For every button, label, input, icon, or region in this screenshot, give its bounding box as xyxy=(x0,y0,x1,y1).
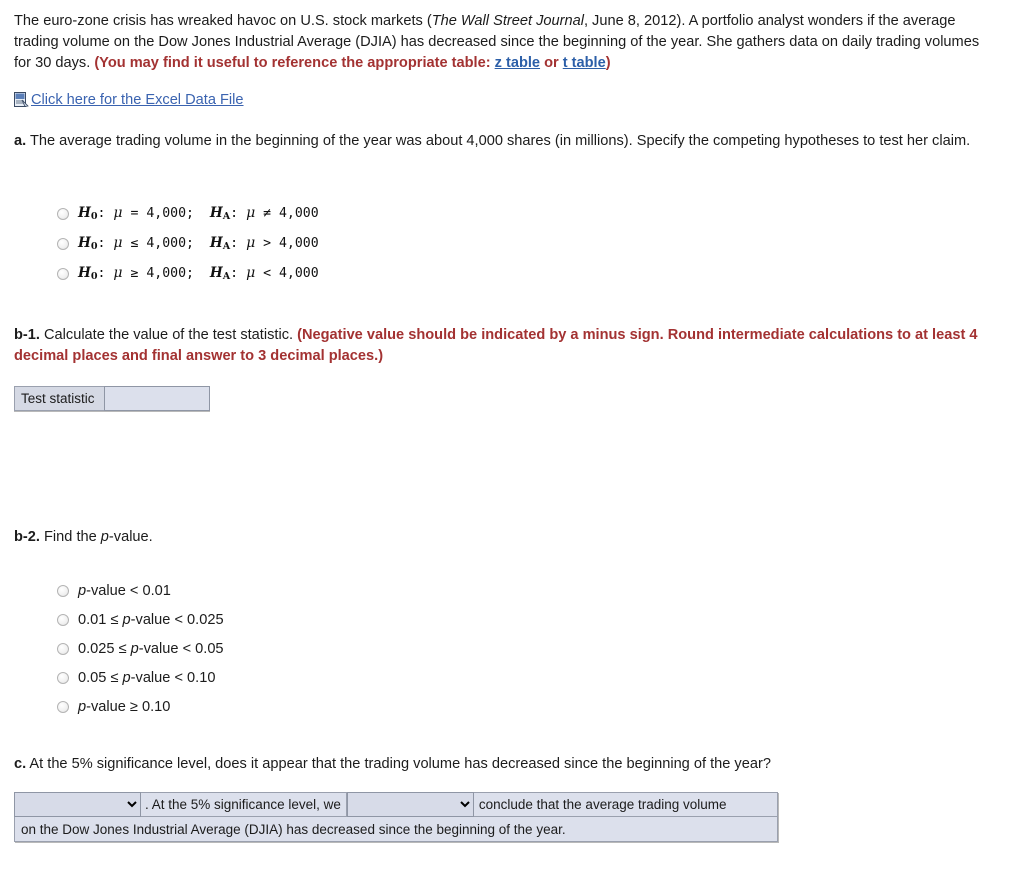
table-hint: (You may find it useful to reference the… xyxy=(94,55,610,71)
part-c-row-2: on the Dow Jones Industrial Average (DJI… xyxy=(14,817,778,842)
table-hint-or: or xyxy=(540,55,563,71)
part-c-segment-3: on the Dow Jones Industrial Average (DJI… xyxy=(21,821,566,837)
part-c-marker: c. xyxy=(14,756,27,772)
part-a-text: The average trading volume in the beginn… xyxy=(26,133,971,149)
hypothesis-option-2[interactable]: H0: μ ≤ 4,000; HA: μ > 4,000 xyxy=(57,235,319,252)
pvalue-option-2[interactable]: 0.01 ≤ p-value < 0.025 xyxy=(57,612,224,628)
radio-button-icon[interactable] xyxy=(57,207,69,220)
intro-paragraph: The euro-zone crisis has wreaked havoc o… xyxy=(14,11,990,74)
intro-text-part1: The euro-zone crisis has wreaked havoc o… xyxy=(14,13,432,29)
table-hint-suffix: ) xyxy=(605,55,611,71)
pvalue-option-3[interactable]: 0.025 ≤ p-value < 0.05 xyxy=(57,641,224,657)
journal-name: The Wall Street Journal xyxy=(431,13,584,29)
radio-button-icon[interactable] xyxy=(57,672,69,684)
hypothesis-option-1[interactable]: H0: μ = 4,000; HA: μ ≠ 4,000 xyxy=(57,205,319,222)
part-a-question: a. The average trading volume in the beg… xyxy=(14,131,990,152)
excel-document-icon xyxy=(14,92,29,108)
part-b1-question: b-1. Calculate the value of the test sta… xyxy=(14,325,1004,367)
part-b1-marker: b-1. xyxy=(14,327,40,343)
pvalue-option-2-label: 0.01 ≤ p-value < 0.025 xyxy=(78,612,224,628)
z-table-link[interactable]: z table xyxy=(495,55,540,71)
part-b2-question: b-2. Find the p-value. xyxy=(14,527,614,548)
test-statistic-label: Test statistic xyxy=(14,386,104,411)
radio-button-icon[interactable] xyxy=(57,614,69,626)
part-a-marker: a. xyxy=(14,133,27,149)
part-b2-marker: b-2. xyxy=(14,529,40,545)
radio-button-icon[interactable] xyxy=(57,237,69,250)
test-statistic-input[interactable] xyxy=(103,386,210,411)
radio-button-icon[interactable] xyxy=(57,701,69,713)
part-c-segment-1: . At the 5% significance level, we xyxy=(141,792,347,817)
part-c-row-1: . At the 5% significance level, we concl… xyxy=(14,792,778,817)
hypothesis-option-1-label: H0: μ = 4,000; HA: μ ≠ 4,000 xyxy=(78,205,319,222)
pvalue-option-5[interactable]: p-value ≥ 0.10 xyxy=(57,699,170,715)
test-statistic-widget: Test statistic xyxy=(14,386,210,411)
table-hint-prefix: (You may find it useful to reference the… xyxy=(94,55,495,71)
pvalue-option-4-label: 0.05 ≤ p-value < 0.10 xyxy=(78,670,216,686)
part-c-segment-2: conclude that the average trading volume xyxy=(473,792,778,817)
part-c-answer-table: . At the 5% significance level, we concl… xyxy=(14,792,778,842)
pvalue-option-1-label: p-value < 0.01 xyxy=(78,583,171,599)
part-c-dropdown-conclusion[interactable] xyxy=(14,792,141,817)
hypothesis-option-3-label: H0: μ ≥ 4,000; HA: μ < 4,000 xyxy=(78,265,319,282)
part-c-question: c. At the 5% significance level, does it… xyxy=(14,754,990,775)
question-page: The euro-zone crisis has wreaked havoc o… xyxy=(0,0,1024,869)
excel-data-file-link[interactable]: Click here for the Excel Data File xyxy=(31,92,244,108)
part-b2-p-italic: p xyxy=(100,529,109,545)
pvalue-option-3-label: 0.025 ≤ p-value < 0.05 xyxy=(78,641,224,657)
radio-button-icon[interactable] xyxy=(57,585,69,597)
part-c-text: At the 5% significance level, does it ap… xyxy=(26,756,771,772)
hypothesis-option-2-label: H0: μ ≤ 4,000; HA: μ > 4,000 xyxy=(78,235,319,252)
pvalue-option-4[interactable]: 0.05 ≤ p-value < 0.10 xyxy=(57,670,215,686)
excel-data-file-row[interactable]: Click here for the Excel Data File xyxy=(14,92,244,108)
pvalue-option-1[interactable]: p-value < 0.01 xyxy=(57,583,171,599)
part-b1-text: Calculate the value of the test statisti… xyxy=(39,327,298,343)
part-b2-text-before: Find the xyxy=(39,529,101,545)
hypothesis-option-3[interactable]: H0: μ ≥ 4,000; HA: μ < 4,000 xyxy=(57,265,319,282)
part-c-dropdown-do-or-donot[interactable] xyxy=(346,792,474,817)
t-table-link[interactable]: t table xyxy=(563,55,606,71)
pvalue-option-5-label: p-value ≥ 0.10 xyxy=(78,699,171,715)
radio-button-icon[interactable] xyxy=(57,267,69,280)
radio-button-icon[interactable] xyxy=(57,643,69,655)
part-b2-text-after: -value. xyxy=(108,529,153,545)
